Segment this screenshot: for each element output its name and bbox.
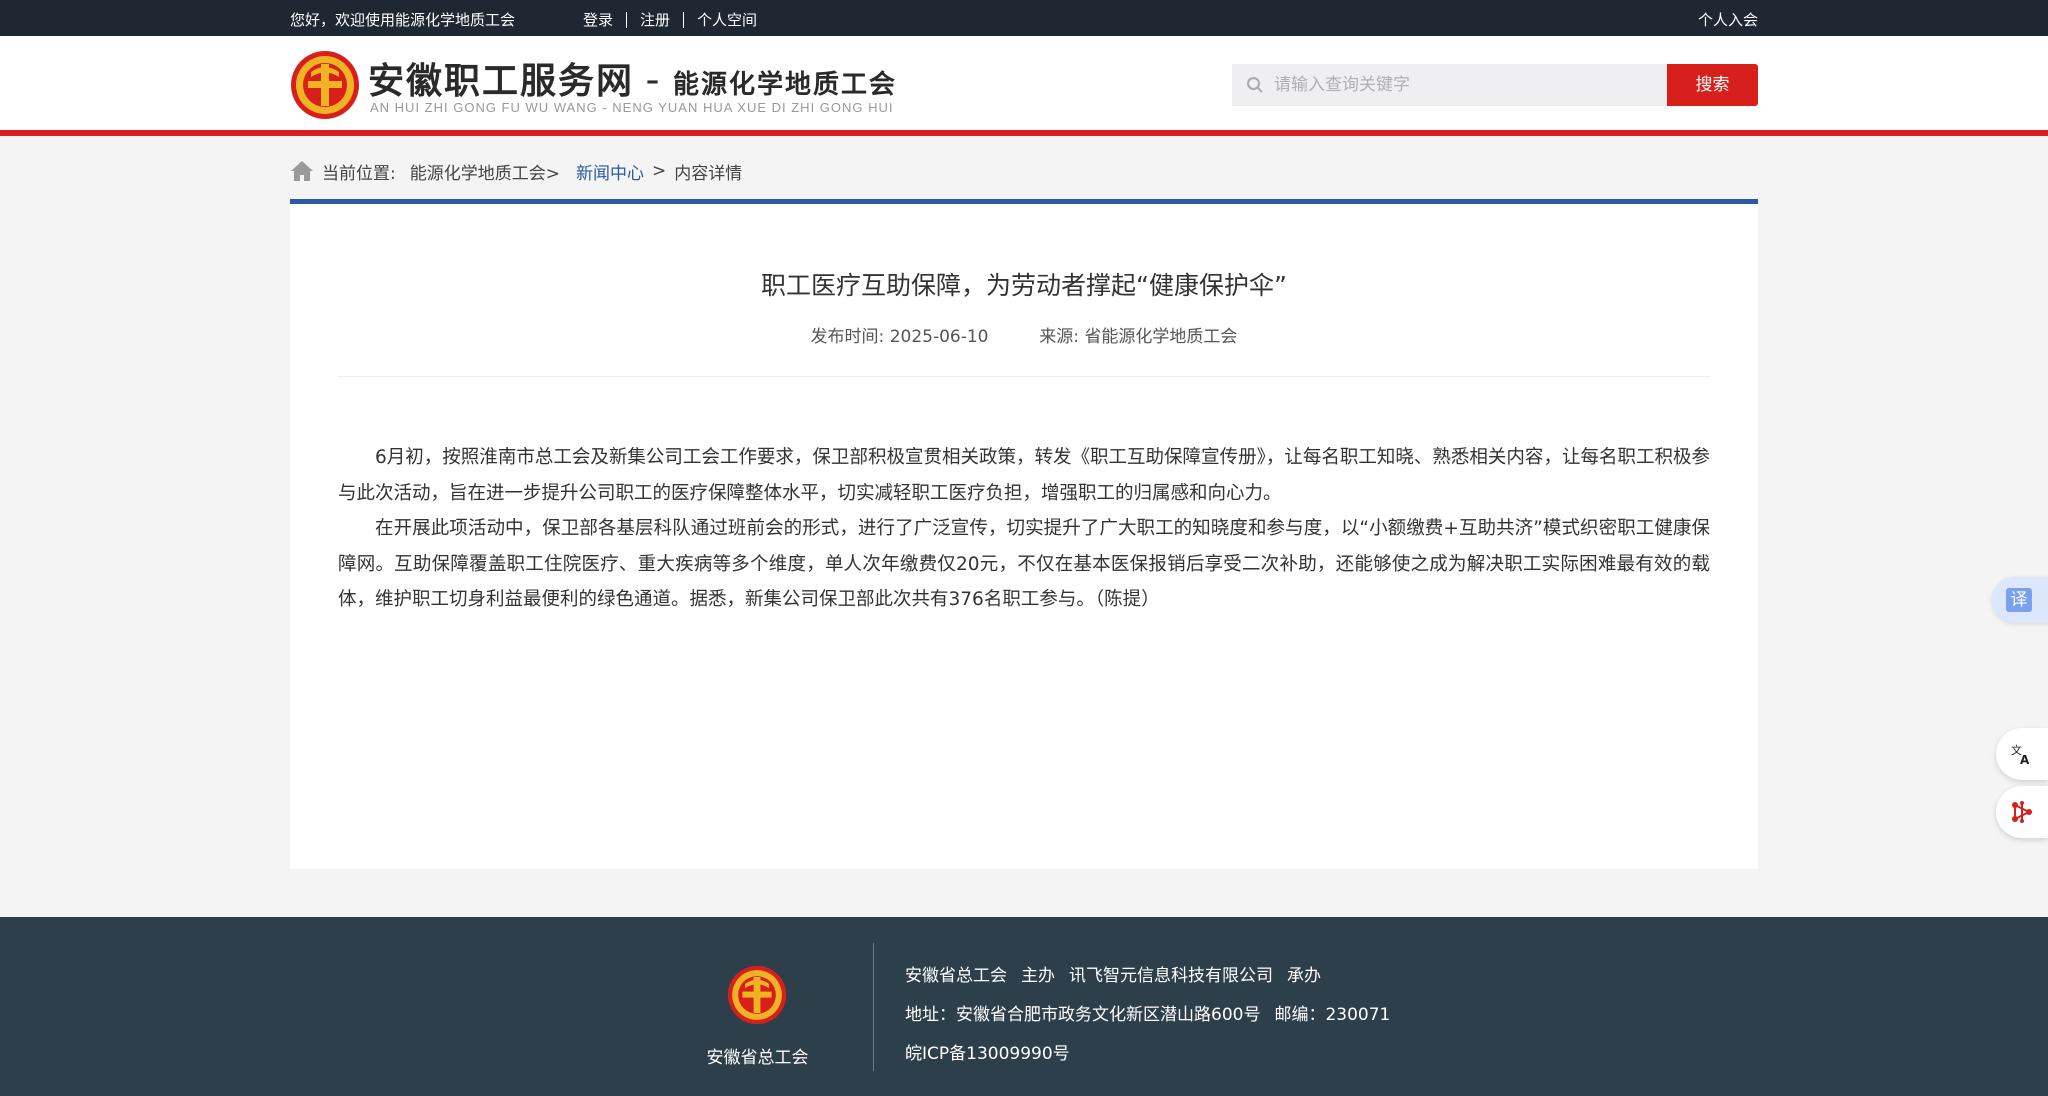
personal-space-link[interactable]: 个人空间	[697, 9, 757, 30]
site-title-main: 安徽职工服务网	[368, 60, 635, 102]
join-union-link[interactable]: 个人入会	[1698, 9, 1758, 30]
site-footer: 安徽省总工会 安徽省总工会 主办 讯飞智元信息科技有限公司 承办 地址：安徽省合肥市政…	[0, 917, 2048, 1096]
site-header: 安徽职工服务网 – 能源化学地质工会 AN HUI ZHI GONG FU WU W…	[0, 36, 2048, 136]
welcome-text: 您好，欢迎使用能源化学地质工会	[290, 11, 516, 29]
article-source: 省能源化学地质工会	[1084, 327, 1238, 347]
network-tool-button[interactable]	[1996, 786, 2048, 838]
search-box	[1232, 64, 1667, 106]
site-title[interactable]: 安徽职工服务网 – 能源化学地质工会	[368, 52, 897, 104]
footer-icp[interactable]: 皖ICP备13009990号	[905, 1035, 1390, 1074]
source-label: 来源:	[1039, 327, 1080, 347]
article-body: 6月初，按照淮南市总工会及新集公司工会工作要求，保卫部积极宣贯相关政策，转发《职…	[338, 440, 1710, 618]
article-meta: 发布时间: 2025-06-10 来源: 省能源化学地质工会	[290, 322, 1758, 347]
home-icon	[291, 161, 313, 181]
title-dash: –	[646, 66, 662, 96]
footer-postcode: 邮编：230071	[1274, 1005, 1391, 1025]
divider	[626, 11, 628, 28]
language-icon: 文 A	[2011, 743, 2030, 766]
divider	[338, 376, 1710, 377]
search-button[interactable]: 搜索	[1667, 64, 1758, 106]
article-paragraph: 在开展此项活动中，保卫部各基层科队通过班前会的形式，进行了广泛宣传，切实提升了广…	[338, 518, 1710, 610]
divider	[683, 11, 685, 28]
account-links: 登录 注册 个人空间	[583, 9, 757, 30]
site-subtitle: 能源化学地质工会	[673, 70, 898, 100]
search-input[interactable]	[1274, 64, 1654, 106]
search-icon	[1247, 77, 1263, 93]
network-icon	[2012, 801, 2032, 823]
union-emblem-icon	[727, 965, 787, 1025]
translate-icon: 译	[2006, 588, 2032, 612]
divider	[873, 943, 874, 1071]
breadcrumb-union-link[interactable]: 能源化学地质工会>	[410, 159, 560, 184]
footer-host-line: 安徽省总工会 主办 讯飞智元信息科技有限公司 承办	[905, 957, 1390, 996]
publish-label: 发布时间:	[810, 327, 885, 347]
breadcrumb-separator: >	[651, 161, 667, 181]
footer-host-role: 主办	[1021, 966, 1055, 986]
footer-info: 安徽省总工会 主办 讯飞智元信息科技有限公司 承办 地址：安徽省合肥市政务文化新区潜山…	[905, 957, 1390, 1074]
footer-organizer: 讯飞智元信息科技有限公司	[1069, 966, 1273, 986]
breadcrumb-label: 当前位置:	[322, 163, 396, 184]
register-link[interactable]: 注册	[640, 9, 670, 30]
publish-date: 2025-06-10	[889, 327, 989, 347]
article-title: 职工医疗互助保障，为劳动者撑起“健康保护伞”	[761, 271, 1287, 300]
breadcrumb: 当前位置: 能源化学地质工会> 新闻中心 > 内容详情	[290, 158, 742, 184]
language-button[interactable]: 文 A	[1996, 728, 2048, 780]
top-bar: 您好，欢迎使用能源化学地质工会 登录 注册 个人空间 个人入会	[0, 0, 2048, 36]
breadcrumb-news-link[interactable]: 新闻中心	[576, 159, 644, 184]
svg-text:A: A	[2020, 753, 2030, 766]
footer-address: 地址：安徽省合肥市政务文化新区潜山路600号	[905, 1005, 1261, 1025]
translate-button[interactable]: 译	[1992, 577, 2048, 623]
site-pinyin: AN HUI ZHI GONG FU WU WANG - NENG YUAN H…	[370, 100, 894, 115]
footer-organizer-role: 承办	[1287, 966, 1321, 986]
article-panel: 职工医疗互助保障，为劳动者撑起“健康保护伞” 发布时间: 2025-06-10 …	[290, 199, 1758, 869]
breadcrumb-current: 内容详情	[674, 163, 743, 184]
footer-address-line: 地址：安徽省合肥市政务文化新区潜山路600号 邮编：230071	[905, 996, 1390, 1035]
union-emblem-icon[interactable]	[290, 50, 360, 120]
footer-org-name: 安徽省总工会	[706, 1048, 809, 1068]
article-paragraph: 6月初，按照淮南市总工会及新集公司工会工作要求，保卫部积极宣贯相关政策，转发《职…	[338, 447, 1710, 504]
footer-host: 安徽省总工会	[905, 966, 1007, 986]
login-link[interactable]: 登录	[583, 9, 613, 30]
